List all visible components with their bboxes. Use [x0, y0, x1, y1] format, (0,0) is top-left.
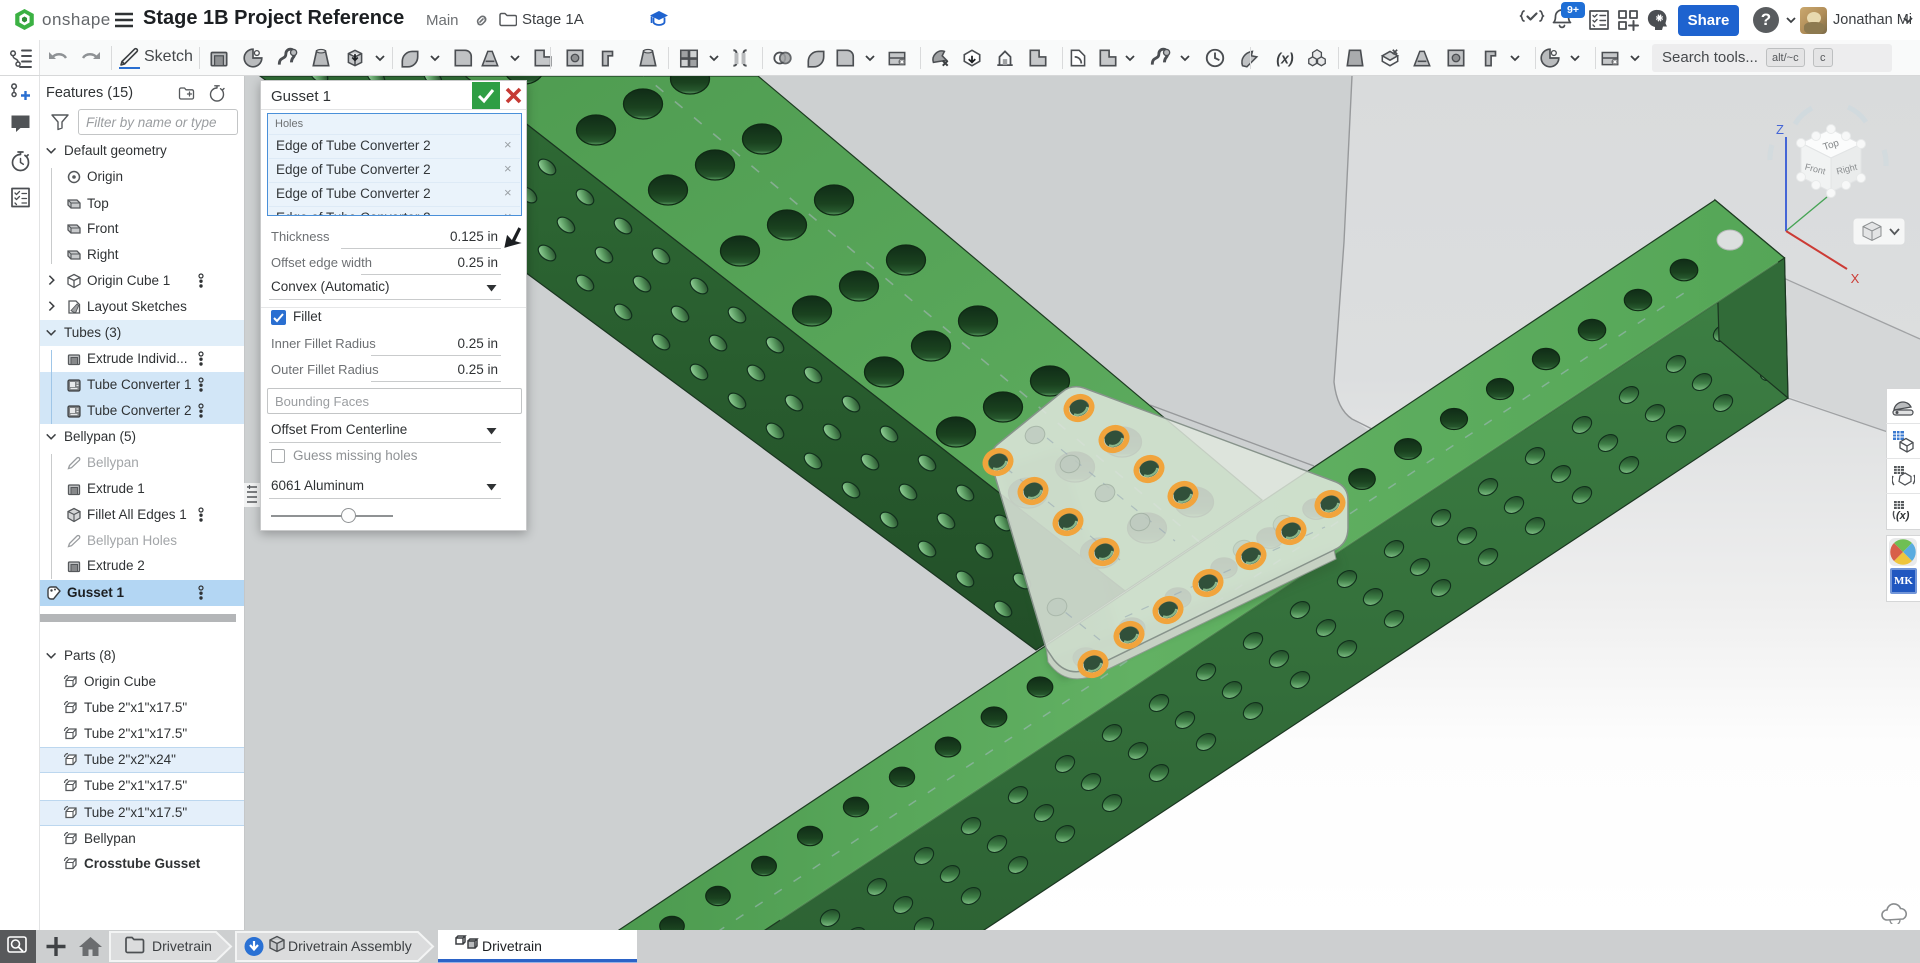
svg-text:X: X [1851, 271, 1860, 286]
svg-text:Z: Z [1776, 122, 1784, 137]
svg-text:(x): (x) [1276, 52, 1294, 68]
svg-text:(x): (x) [1896, 510, 1910, 522]
